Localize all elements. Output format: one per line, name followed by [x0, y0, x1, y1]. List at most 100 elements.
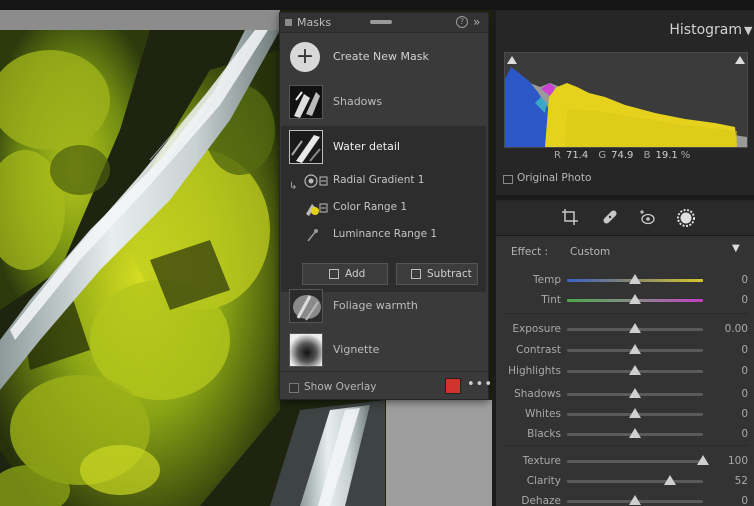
- masks-panel-header[interactable]: Masks ? »: [280, 13, 488, 33]
- mask-label: Water detail: [333, 140, 400, 153]
- percent-unit: %: [680, 150, 691, 161]
- slider-value[interactable]: 0: [741, 344, 748, 356]
- mask-item-water-detail[interactable]: Water detail: [280, 126, 488, 166]
- slider-contrast[interactable]: Contrast 0: [496, 341, 754, 361]
- histogram-graph[interactable]: [504, 52, 748, 148]
- adjustment-panel: Effect : Custom ▼ Temp 0 Tint 0 Exposure 0.00…: [496, 236, 754, 506]
- subtract-icon: [411, 269, 421, 279]
- slider-value[interactable]: 0: [741, 408, 748, 420]
- slider-label: Texture: [522, 455, 561, 467]
- create-new-mask-row[interactable]: + Create New Mask: [280, 35, 488, 79]
- masks-panel[interactable]: Masks ? » + Create New Mask Shadows Wate…: [279, 12, 492, 400]
- red-eye-icon[interactable]: [638, 208, 658, 228]
- overlay-color-swatch[interactable]: [445, 378, 461, 394]
- component-label: Radial Gradient 1: [333, 174, 425, 186]
- collapse-panel-icon[interactable]: »: [473, 15, 480, 29]
- slider-knob[interactable]: [629, 388, 641, 398]
- slider-track[interactable]: [567, 460, 703, 463]
- drag-handle[interactable]: [370, 20, 392, 24]
- slider-value[interactable]: 52: [735, 475, 748, 487]
- panel-grip-icon[interactable]: [285, 19, 292, 26]
- slider-track[interactable]: [567, 480, 703, 483]
- slider-value[interactable]: 0: [741, 274, 748, 286]
- panel-divider: [496, 195, 754, 200]
- slider-value[interactable]: 0.00: [725, 323, 748, 335]
- help-icon[interactable]: ?: [456, 16, 468, 28]
- r-label: R: [554, 150, 561, 161]
- luminance-range-icon: [304, 227, 328, 243]
- slider-exposure[interactable]: Exposure 0.00: [496, 320, 754, 340]
- original-photo-label: Original Photo: [517, 172, 592, 184]
- slider-value[interactable]: 0: [741, 495, 748, 506]
- slider-value[interactable]: 0: [741, 294, 748, 306]
- healing-icon[interactable]: [600, 208, 620, 228]
- slider-clarity[interactable]: Clarity 52: [496, 472, 754, 492]
- slider-knob[interactable]: [629, 344, 641, 354]
- effect-label: Effect :: [511, 246, 549, 258]
- show-overlay-checkbox[interactable]: [289, 383, 299, 393]
- slider-label: Dehaze: [521, 495, 561, 506]
- slider-blacks[interactable]: Blacks 0: [496, 425, 754, 445]
- effect-collapse-icon[interactable]: ▼: [732, 243, 740, 254]
- show-overlay-label: Show Overlay: [304, 381, 377, 393]
- slider-group-divider: [502, 313, 748, 314]
- original-photo-checkbox[interactable]: [503, 175, 513, 184]
- add-icon: [329, 269, 339, 279]
- slider-knob[interactable]: [664, 475, 676, 485]
- mask-label: Foliage warmth: [333, 299, 418, 312]
- crop-icon[interactable]: [560, 208, 580, 228]
- slider-value[interactable]: 0: [741, 388, 748, 400]
- slider-value[interactable]: 100: [728, 455, 748, 467]
- mask-component-radial-gradient[interactable]: Radial Gradient 1: [280, 168, 488, 194]
- mask-item-shadows[interactable]: Shadows: [280, 81, 488, 121]
- mask-thumbnail: [289, 289, 323, 323]
- tool-strip: [496, 201, 754, 235]
- g-value: 74.9: [611, 150, 634, 161]
- mask-item-foliage-warmth[interactable]: Foliage warmth: [280, 285, 488, 325]
- slider-tint[interactable]: Tint 0: [496, 291, 754, 311]
- masking-icon[interactable]: [676, 208, 696, 228]
- slider-shadows[interactable]: Shadows 0: [496, 385, 754, 405]
- slider-knob[interactable]: [629, 274, 641, 284]
- highlight-clipping-icon[interactable]: [735, 56, 745, 64]
- mask-component-color-range[interactable]: Color Range 1: [280, 195, 488, 221]
- component-label: Color Range 1: [333, 201, 408, 213]
- slider-knob[interactable]: [629, 365, 641, 375]
- slider-knob[interactable]: [629, 323, 641, 333]
- slider-highlights[interactable]: Highlights 0: [496, 362, 754, 382]
- histogram-title[interactable]: Histogram: [592, 22, 742, 38]
- slider-label: Clarity: [526, 475, 561, 487]
- slider-label: Contrast: [516, 344, 561, 356]
- slider-label: Whites: [524, 408, 561, 420]
- mask-item-vignette[interactable]: Vignette: [280, 329, 488, 369]
- collapse-triangle-icon[interactable]: ▼: [744, 24, 752, 37]
- slider-dehaze[interactable]: Dehaze 0: [496, 492, 754, 506]
- slider-knob[interactable]: [629, 428, 641, 438]
- g-label: G: [598, 150, 607, 161]
- slider-value[interactable]: 0: [741, 428, 748, 440]
- mask-thumbnail: [289, 85, 323, 119]
- more-options-icon[interactable]: •••: [467, 377, 493, 392]
- slider-label: Blacks: [527, 428, 561, 440]
- slider-knob[interactable]: [629, 294, 641, 304]
- create-new-mask-button[interactable]: +: [290, 42, 320, 72]
- create-new-mask-label: Create New Mask: [333, 50, 429, 63]
- slider-texture[interactable]: Texture 100: [496, 452, 754, 472]
- slider-knob[interactable]: [629, 408, 641, 418]
- slider-knob[interactable]: [629, 495, 641, 505]
- footer-divider: [280, 371, 488, 372]
- slider-label: Exposure: [512, 323, 561, 335]
- slider-value[interactable]: 0: [741, 365, 748, 377]
- slider-label: Highlights: [508, 365, 561, 377]
- slider-temp[interactable]: Temp 0: [496, 271, 754, 291]
- slider-whites[interactable]: Whites 0: [496, 405, 754, 425]
- add-component-button[interactable]: Add: [302, 263, 388, 285]
- b-label: B: [643, 150, 651, 161]
- rgb-readout: R 71.4 G 74.9 B 19.1%: [554, 150, 695, 161]
- r-value: 71.4: [565, 150, 589, 161]
- mask-component-luminance-range[interactable]: Luminance Range 1: [280, 222, 488, 248]
- shadow-clipping-icon[interactable]: [507, 56, 517, 64]
- effect-preset-dropdown[interactable]: Custom: [570, 246, 610, 258]
- slider-knob[interactable]: [697, 455, 709, 465]
- subtract-component-button[interactable]: Subtract: [396, 263, 478, 285]
